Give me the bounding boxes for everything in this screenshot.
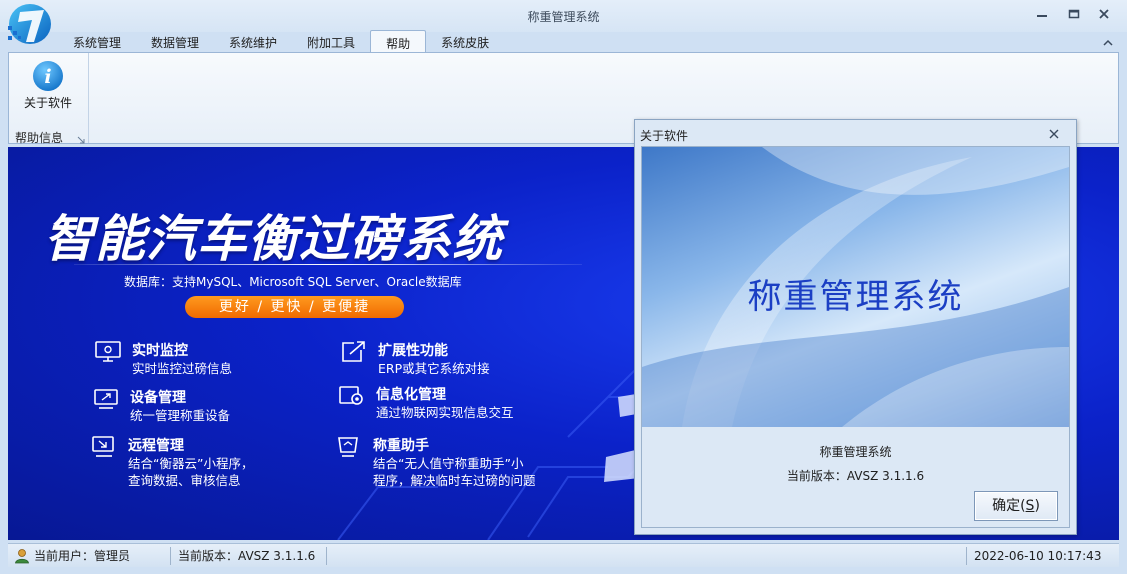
ok-label: 确定(	[992, 498, 1026, 514]
svg-text:i: i	[44, 66, 51, 88]
user-icon	[15, 549, 29, 564]
group-label-help-info: 帮助信息	[15, 131, 64, 145]
ok-label-close: )	[1034, 498, 1040, 514]
feature-title: 称重助手	[373, 438, 429, 454]
status-current-user: 当前用户：管理员	[34, 549, 131, 563]
banner-subtitle: 数据库：支持MySQL、Microsoft SQL Server、Oracle数…	[124, 275, 462, 289]
expand-icon	[342, 341, 365, 362]
about-software-button[interactable]: i 关于软件	[15, 57, 81, 115]
feature-desc-line: 查询数据、审核信息	[128, 473, 241, 488]
tab-system-management[interactable]: 系统管理	[58, 30, 136, 53]
tab-system-skin[interactable]: 系统皮肤	[426, 30, 504, 53]
splash-title: 称重管理系统	[747, 277, 964, 317]
monitor-icon	[95, 341, 121, 362]
dialog-title: 关于软件	[640, 129, 689, 143]
window-title: 称重管理系统	[527, 10, 600, 24]
minimize-button[interactable]	[1030, 6, 1054, 24]
ribbon-tabs: 系统管理 数据管理 系统维护 附加工具 帮助 系统皮肤	[58, 30, 504, 53]
feature-title: 设备管理	[130, 390, 186, 406]
ok-button[interactable]: 确定(S)	[974, 491, 1058, 521]
feature-desc-line: 结合“衡器云”小程序，	[128, 456, 254, 471]
feature-title: 远程管理	[128, 438, 184, 454]
feature-desc: 统一管理称重设备	[130, 408, 231, 423]
feature-desc: 实时监控过磅信息	[132, 361, 233, 376]
restore-button[interactable]	[1062, 6, 1086, 24]
dialog-close-icon[interactable]	[1048, 128, 1060, 142]
status-separator	[170, 547, 171, 565]
close-button[interactable]	[1092, 6, 1116, 24]
about-dialog: 关于软件 称重管理系统 称重管理系统 当前版本：AVSZ 3.1.1.6 确定(…	[634, 119, 1077, 535]
about-software-label: 关于软件	[23, 96, 72, 110]
tab-data-management[interactable]: 数据管理	[136, 30, 214, 53]
remote-icon	[92, 436, 114, 457]
feature-desc: 结合“衡器云”小程序， 查询数据、审核信息	[128, 455, 253, 489]
status-separator	[326, 547, 327, 565]
feature-desc: ERP或其它系统对接	[378, 361, 490, 376]
banner-divider	[74, 264, 582, 265]
info-icon: i	[33, 61, 63, 91]
status-separator	[966, 547, 967, 565]
banner-title: 智能汽车衡过磅系统	[44, 210, 503, 268]
feature-desc: 通过物联网实现信息交互	[376, 405, 514, 420]
tab-extra-tools[interactable]: 附加工具	[292, 30, 370, 53]
ribbon-collapse-icon[interactable]	[1103, 36, 1113, 50]
dialog-version: 当前版本：AVSZ 3.1.1.6	[786, 469, 925, 483]
feature-desc-line: 结合“无人值守称重助手”小	[373, 456, 524, 471]
status-datetime: 2022-06-10 10:17:43	[974, 549, 1102, 563]
status-bar: 当前用户：管理员 当前版本：AVSZ 3.1.1.6 2022-06-10 10…	[8, 543, 1119, 567]
tab-help[interactable]: 帮助	[370, 30, 427, 53]
feature-desc: 结合“无人值守称重助手”小 程序，解决临时车过磅的问题	[373, 455, 536, 489]
splash-image: 称重管理系统	[642, 147, 1069, 427]
tab-system-maintenance[interactable]: 系统维护	[214, 30, 292, 53]
gear-icon	[339, 386, 363, 405]
feature-title: 实时监控	[132, 343, 188, 359]
title-bar: 称重管理系统	[0, 0, 1127, 44]
feature-desc-line: 程序，解决临时车过磅的问题	[373, 473, 536, 488]
dialog-launcher-icon[interactable]	[77, 133, 85, 147]
ribbon-group-help-info: i 关于软件 帮助信息	[9, 53, 89, 145]
dialog-body: 称重管理系统 称重管理系统 当前版本：AVSZ 3.1.1.6 确定(S)	[641, 146, 1070, 528]
dialog-app-name: 称重管理系统	[819, 445, 892, 459]
feature-title: 扩展性功能	[378, 343, 448, 359]
scale-icon	[338, 437, 358, 457]
status-version: 当前版本：AVSZ 3.1.1.6	[178, 549, 316, 563]
banner-slogan: 更好 / 更快 / 更便捷	[185, 296, 404, 318]
device-icon	[94, 389, 118, 409]
feature-title: 信息化管理	[376, 387, 446, 403]
